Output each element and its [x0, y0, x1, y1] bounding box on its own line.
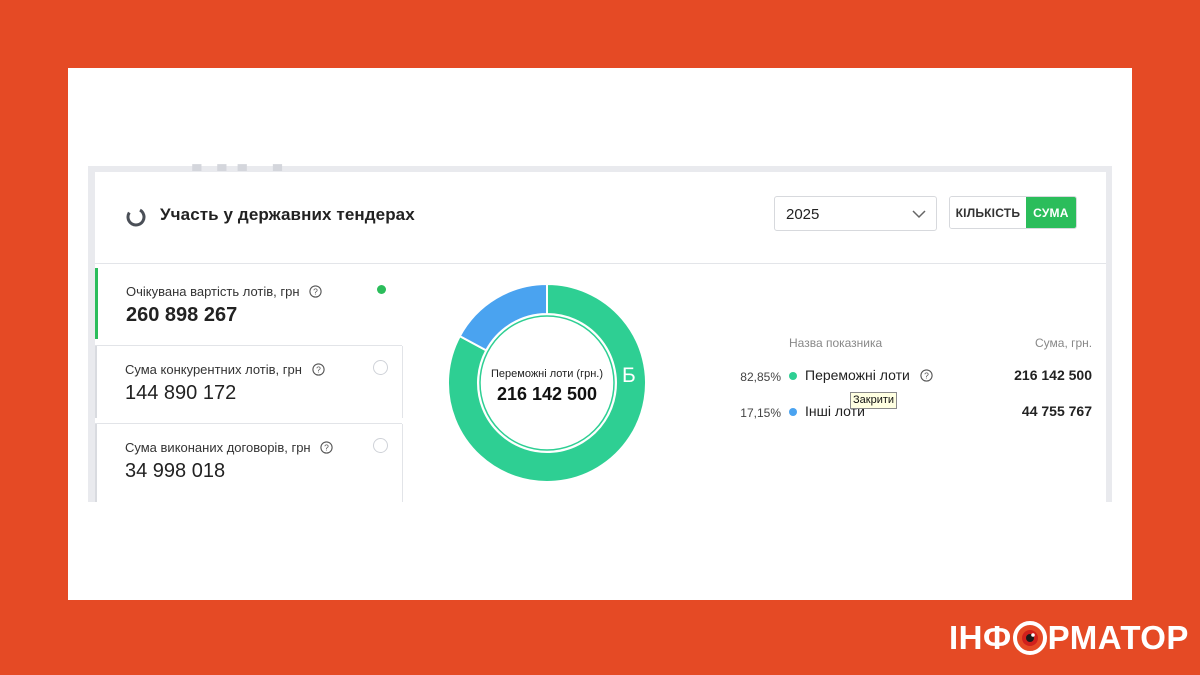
- legend-dot: [789, 408, 797, 416]
- clipped-background-text: ▄▀▄ ▀▄▀▄ ▄▀ ▄: [182, 162, 322, 171]
- metric-label: Сума виконаних договорів, грн ?: [125, 440, 333, 455]
- legend-dot: [789, 372, 797, 380]
- metric-label: Сума конкурентних лотів, грн ?: [125, 362, 325, 377]
- count-sum-toggle: КІЛЬКІСТЬ СУМА: [949, 196, 1077, 229]
- legend-value: 216 142 500: [1014, 367, 1092, 383]
- help-icon[interactable]: ?: [320, 441, 333, 454]
- svg-text:?: ?: [324, 443, 329, 453]
- toggle-count-button[interactable]: КІЛЬКІСТЬ: [950, 197, 1026, 228]
- metric-value: 144 890 172: [125, 382, 237, 404]
- donut-center-label: Переможні лоти (грн.): [491, 368, 603, 380]
- toggle-sum-button[interactable]: СУМА: [1025, 197, 1076, 228]
- help-icon[interactable]: ?: [311, 363, 325, 376]
- logo-text-left: ІНФ: [949, 619, 1012, 656]
- year-select-value: 2025: [786, 206, 820, 223]
- metric-label: Очікувана вартість лотів, грн ?: [126, 284, 322, 299]
- donut-center-value: 216 142 500: [496, 384, 598, 404]
- help-icon[interactable]: ?: [309, 285, 322, 298]
- legend-header-name: Назва показника: [789, 336, 883, 350]
- close-tooltip: Закрити: [850, 392, 898, 409]
- loader-icon: [126, 207, 146, 227]
- metric-completed-contracts[interactable]: Сума виконаних договорів, грн ? 34 998 0…: [95, 424, 402, 502]
- svg-text:?: ?: [313, 287, 318, 297]
- svg-text:?: ?: [316, 365, 321, 375]
- legend-pct: 17,15%: [740, 406, 781, 420]
- metric-expected-value[interactable]: Очікувана вартість лотів, грн ? 260 898 …: [95, 268, 402, 339]
- eye-logo-icon: [1012, 621, 1047, 655]
- svg-text:?: ?: [924, 371, 929, 381]
- informator-logo: ІНФ РМАТОР: [949, 618, 1189, 658]
- donut-overlay-letter: Б: [622, 364, 636, 387]
- donut-chart: [447, 283, 647, 483]
- metric-value: 34 998 018: [125, 460, 226, 482]
- metric-value: 260 898 267: [126, 304, 238, 326]
- donut-hole: [478, 314, 616, 452]
- metric-label-text: Сума виконаних договорів, грн: [125, 440, 311, 455]
- logo-text-right: РМАТОР: [1047, 619, 1189, 656]
- legend-name-text: Переможні лоти: [805, 367, 910, 383]
- metric-competitive-lots[interactable]: Сума конкурентних лотів, грн ? 144 890 1…: [95, 346, 402, 418]
- header-divider: [95, 263, 1106, 264]
- year-select[interactable]: 2025: [774, 196, 937, 231]
- legend-name: Переможні лоти ?: [805, 367, 933, 383]
- widget-title: Участь у державних тендерах: [160, 205, 415, 224]
- metric-radio[interactable]: [373, 360, 388, 375]
- metric-label-text: Очікувана вартість лотів, грн: [126, 284, 300, 299]
- legend-pct: 82,85%: [740, 370, 781, 384]
- chevron-down-icon: [912, 210, 926, 219]
- metric-radio-selected[interactable]: [374, 282, 389, 297]
- help-icon[interactable]: ?: [920, 369, 933, 382]
- legend-row-winning[interactable]: 82,85% Переможні лоти ? 216 142 500: [700, 366, 1092, 386]
- metric-label-text: Сума конкурентних лотів, грн: [125, 362, 302, 377]
- metric-radio[interactable]: [373, 438, 388, 453]
- legend-value: 44 755 767: [1021, 403, 1092, 419]
- legend-header-sum: Сума, грн.: [1035, 336, 1093, 350]
